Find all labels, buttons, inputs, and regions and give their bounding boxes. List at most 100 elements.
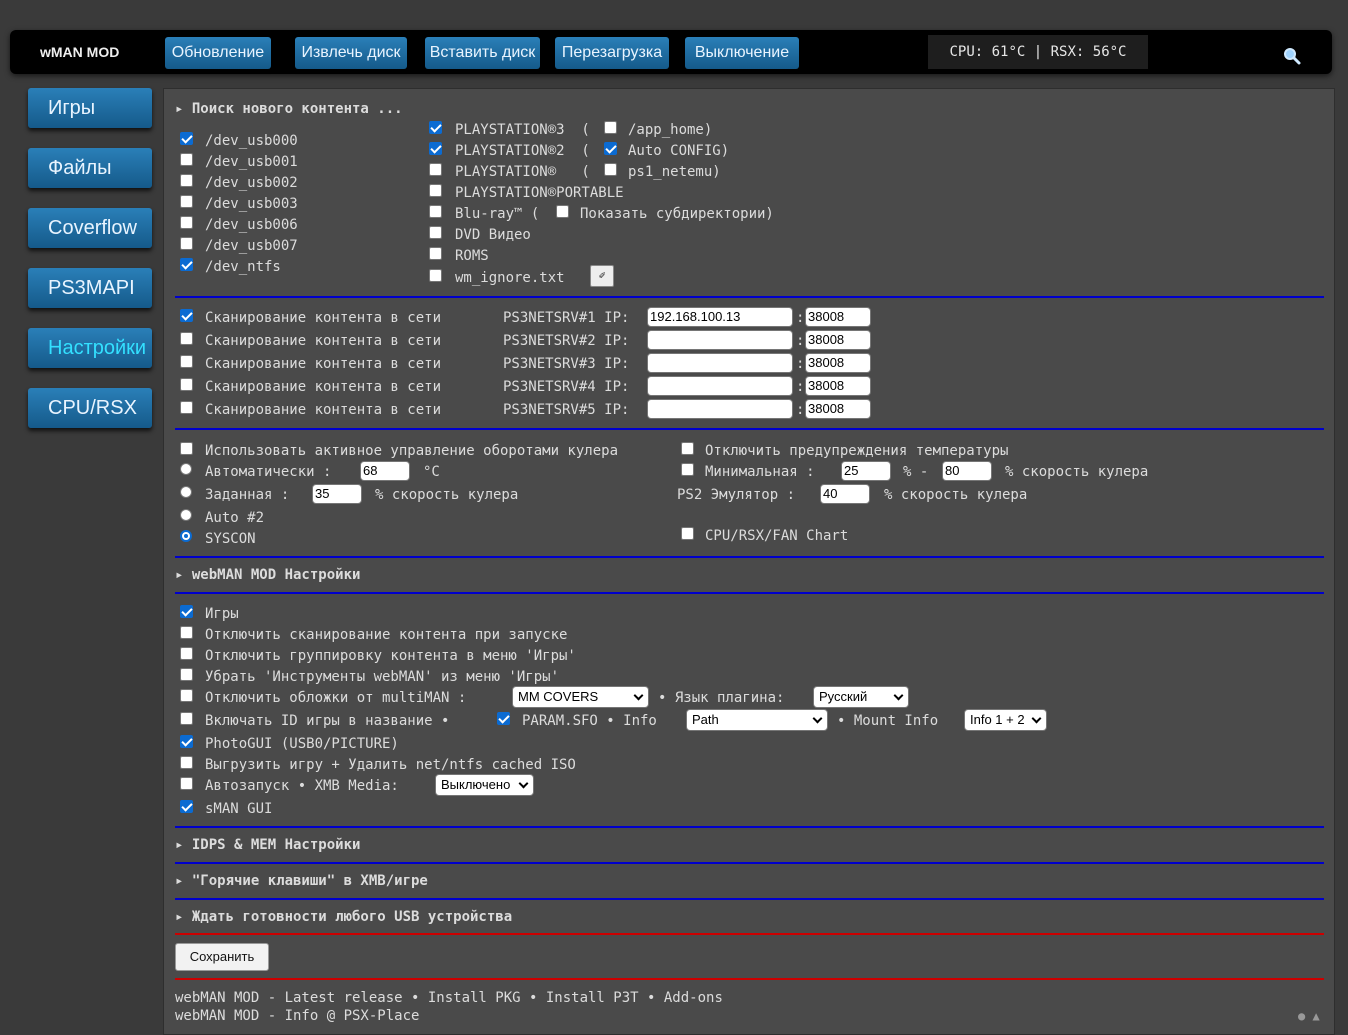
ps2-emulator-input[interactable]: 40 — [820, 484, 870, 504]
fan-speed-label: % скорость кулера — [375, 487, 519, 503]
idps-section-header[interactable]: ▸ IDPS & MEM Настройки — [175, 836, 360, 854]
footer-links[interactable]: webMAN MOD - Latest release • Install PK… — [175, 989, 723, 1007]
fan-syscon-radio[interactable] — [180, 530, 192, 542]
net-port-input[interactable]: 38008 — [805, 330, 871, 350]
content-type-checkbox[interactable] — [429, 184, 442, 197]
device-checkbox[interactable] — [180, 216, 193, 229]
net-ip-input[interactable] — [647, 399, 793, 419]
fan-fixed-input[interactable]: 35 — [312, 484, 362, 504]
restart-button[interactable]: Перезагрузка — [555, 37, 669, 69]
sidebar-item-cpu-rsx[interactable]: CPU/RSX — [28, 388, 152, 428]
content-type-checkbox[interactable] — [429, 247, 442, 260]
content-type-checkbox[interactable] — [429, 205, 442, 218]
net-ip-input[interactable] — [647, 353, 793, 373]
language-label: • Язык плагина: — [658, 690, 785, 706]
option-checkbox[interactable] — [180, 689, 193, 702]
option-label: Включать ID игры в название • — [205, 713, 450, 729]
content-type-option-checkbox[interactable] — [604, 121, 617, 134]
fan-min-checkbox[interactable] — [681, 463, 694, 476]
insert-disc-button[interactable]: Вставить диск — [425, 37, 540, 69]
net-scan-checkbox[interactable] — [180, 309, 193, 322]
option-checkbox[interactable] — [180, 605, 193, 618]
sidebar-item-files[interactable]: Файлы — [28, 148, 152, 188]
content-type-checkbox[interactable] — [429, 226, 442, 239]
top-bar: wMAN MOD Обновление Извлечь диск Вставит… — [10, 30, 1332, 74]
content-type-label: ROMS — [455, 248, 489, 264]
fan-min-input[interactable]: 25 — [841, 461, 891, 481]
app-logo[interactable]: wMAN MOD — [40, 44, 119, 60]
fan-fixed-radio[interactable] — [180, 486, 192, 498]
device-checkbox[interactable] — [180, 132, 193, 145]
scroll-top-icon[interactable]: ● ▲ — [1298, 1009, 1320, 1023]
mount-info-select[interactable]: Info 1 + 2 — [964, 709, 1047, 731]
hotkeys-section-header[interactable]: ▸ "Горячие клавиши" в XMB/игре — [175, 872, 428, 890]
temperature-display[interactable]: CPU: 61°C | RSX: 56°C — [928, 35, 1148, 69]
usb-wait-section-header[interactable]: ▸ Ждать готовности любого USB устройства — [175, 908, 512, 926]
content-type-option-checkbox[interactable] — [556, 205, 569, 218]
content-type-option-label: /app_home) — [628, 122, 713, 138]
net-port-input[interactable]: 38008 — [805, 353, 871, 373]
option-checkbox[interactable] — [180, 668, 193, 681]
webman-settings-header[interactable]: ▸ webMAN MOD Настройки — [175, 566, 360, 584]
device-checkbox[interactable] — [180, 195, 193, 208]
shutdown-button[interactable]: Выключение — [685, 37, 799, 69]
option-checkbox[interactable] — [180, 626, 193, 639]
option-label: Выгрузить игру + Удалить net/ntfs cached… — [205, 757, 576, 773]
net-ip-input[interactable]: 192.168.100.13 — [647, 307, 793, 327]
fan-syscon-label: SYSCON — [205, 531, 256, 547]
net-scan-checkbox[interactable] — [180, 401, 193, 414]
search-icon[interactable] — [1282, 46, 1302, 66]
option-checkbox[interactable] — [180, 756, 193, 769]
net-scan-checkbox[interactable] — [180, 355, 193, 368]
net-port-input[interactable]: 38008 — [805, 376, 871, 396]
sidebar-item-ps3mapi[interactable]: PS3MAPI — [28, 268, 152, 308]
net-scan-checkbox[interactable] — [180, 332, 193, 345]
fan-auto2-radio[interactable] — [180, 509, 192, 521]
device-label: /dev_ntfs — [205, 259, 281, 275]
fan-active-control-checkbox[interactable] — [180, 442, 193, 455]
device-checkbox[interactable] — [180, 237, 193, 250]
sidebar-item-games[interactable]: Игры — [28, 88, 152, 128]
content-type-checkbox[interactable] — [429, 163, 442, 176]
option-checkbox[interactable] — [180, 777, 193, 790]
disable-temp-warnings-checkbox[interactable] — [681, 442, 694, 455]
net-ip-input[interactable] — [647, 330, 793, 350]
net-ip-input[interactable] — [647, 376, 793, 396]
net-scan-checkbox[interactable] — [180, 378, 193, 391]
param-sfo-checkbox[interactable] — [497, 712, 510, 725]
net-port-input[interactable]: 38008 — [805, 399, 871, 419]
scan-section-header[interactable]: ▸ Поиск нового контента ... — [175, 100, 403, 118]
content-type-option-label: Показать субдиректории) — [580, 206, 774, 222]
fan-auto-temp-input[interactable]: 68 — [360, 461, 410, 481]
content-type-option-checkbox[interactable] — [604, 142, 617, 155]
option-label: sMAN GUI — [205, 801, 273, 817]
content-type-checkbox[interactable] — [429, 269, 442, 282]
device-checkbox[interactable] — [180, 174, 193, 187]
content-type-checkbox[interactable] — [429, 142, 442, 155]
edit-icon[interactable]: ✐ — [590, 265, 614, 287]
fan-max-input[interactable]: 80 — [942, 461, 992, 481]
covers-select[interactable]: MM COVERS — [512, 686, 649, 708]
net-port-input[interactable]: 38008 — [805, 307, 871, 327]
device-checkbox[interactable] — [180, 153, 193, 166]
sidebar-item-settings[interactable]: Настройки — [28, 328, 152, 368]
option-checkbox[interactable] — [180, 735, 193, 748]
option-checkbox[interactable] — [180, 800, 193, 813]
language-select[interactable]: Русский — [813, 686, 909, 708]
fan-auto-radio[interactable] — [180, 463, 192, 475]
fan-chart-checkbox[interactable] — [681, 527, 694, 540]
save-button[interactable]: Сохранить — [175, 943, 269, 971]
footer-info-link[interactable]: webMAN MOD - Info @ PSX-Place — [175, 1007, 419, 1025]
option-checkbox[interactable] — [180, 712, 193, 725]
content-type-option-checkbox[interactable] — [604, 163, 617, 176]
option-checkbox[interactable] — [180, 647, 193, 660]
xmb-media-select[interactable]: Выключено — [435, 774, 534, 796]
device-checkbox[interactable] — [180, 258, 193, 271]
eject-disc-button[interactable]: Извлечь диск — [295, 37, 407, 69]
refresh-button[interactable]: Обновление — [165, 37, 271, 69]
sidebar-item-coverflow[interactable]: Coverflow — [28, 208, 152, 248]
content-type-checkbox[interactable] — [429, 121, 442, 134]
net-server-label: PS3NETSRV#5 IP: — [503, 402, 630, 418]
device-label: /dev_usb006 — [205, 217, 298, 233]
info-select[interactable]: Path — [686, 709, 828, 731]
